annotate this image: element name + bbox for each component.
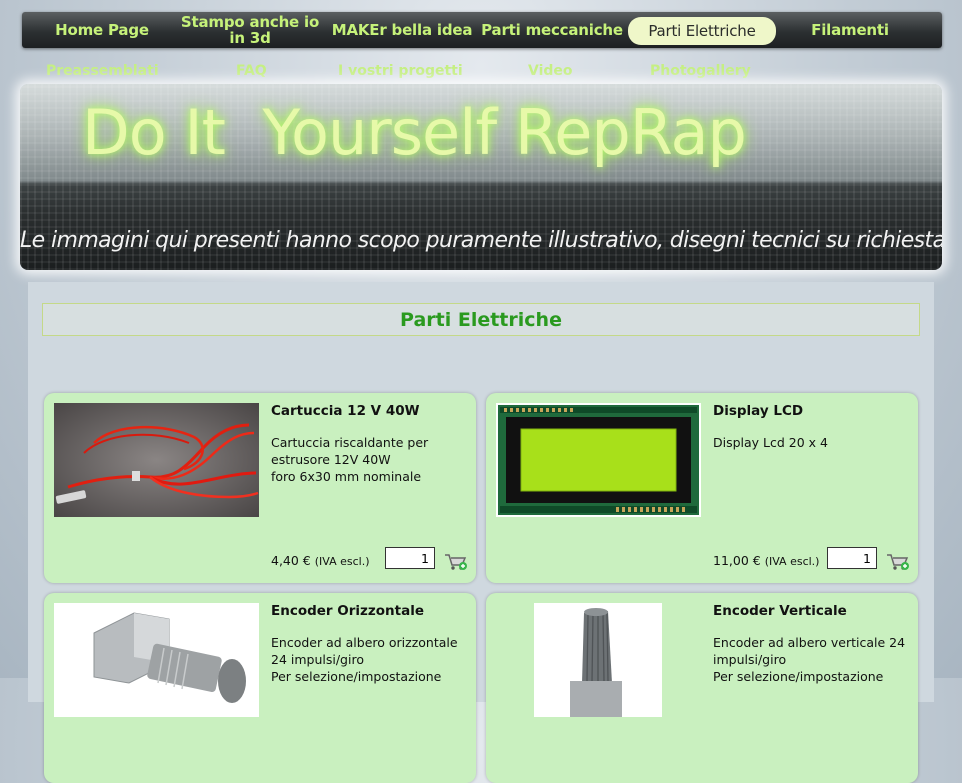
banner-subtitle: Le immagini qui presenti hanno scopo pur… — [20, 228, 942, 253]
price-value: 11,00 € — [713, 553, 761, 568]
product-name[interactable]: Cartuccia 12 V 40W — [271, 403, 420, 419]
quantity-input[interactable] — [385, 547, 435, 569]
tax-note: (IVA escl.) — [764, 555, 820, 568]
product-description: Cartuccia riscaldante per estrusore 12V … — [271, 435, 429, 484]
nav-preassemblati[interactable]: Preassemblati — [46, 58, 159, 80]
nav-faq[interactable]: FAQ — [236, 58, 267, 80]
product-card: Cartuccia 12 V 40W Cartuccia riscaldante… — [44, 393, 476, 583]
banner-title: Do It Yourself RepRap — [82, 96, 747, 169]
page-title: Parti Elettriche — [42, 303, 920, 336]
nav-parti-meccaniche[interactable]: Parti meccaniche — [480, 12, 624, 48]
product-card: Encoder Verticale Encoder ad albero vert… — [486, 593, 918, 783]
nav-filamenti[interactable]: Filamenti — [782, 12, 918, 48]
nav-home-page[interactable]: Home Page — [32, 12, 172, 48]
lcd-display-image[interactable] — [496, 403, 701, 517]
nav-vostri-progetti[interactable]: I vostri progetti — [338, 58, 463, 80]
product-name[interactable]: Encoder Verticale — [713, 603, 847, 619]
product-card: Display LCD Display Lcd 20 x 4 11,00 € (… — [486, 393, 918, 583]
add-to-cart-icon[interactable] — [886, 553, 910, 571]
product-name[interactable]: Encoder Orizzontale — [271, 603, 424, 619]
quantity-input[interactable] — [827, 547, 877, 569]
horizontal-encoder-image[interactable] — [54, 603, 259, 717]
nav-photogallery[interactable]: Photogallery — [650, 58, 751, 80]
product-description: Encoder ad albero verticale 24 impulsi/g… — [713, 635, 906, 684]
product-description: Encoder ad albero orizzontale 24 impulsi… — [271, 635, 458, 684]
product-name[interactable]: Display LCD — [713, 403, 803, 419]
main-content: Parti Elettriche Cartuccia 12 V 40W Cart… — [28, 282, 934, 783]
vertical-encoder-image[interactable] — [496, 603, 701, 717]
nav-video[interactable]: Video — [528, 58, 573, 80]
tax-note: (IVA escl.) — [314, 555, 370, 568]
price-value: 4,40 € — [271, 553, 311, 568]
product-description: Display Lcd 20 x 4 — [713, 435, 828, 450]
product-price: 11,00 € (IVA escl.) — [713, 553, 819, 568]
add-to-cart-icon[interactable] — [444, 553, 468, 571]
heater-cartridge-image[interactable] — [54, 403, 259, 517]
nav-maker-bella-idea[interactable]: MAKEr bella idea — [328, 12, 476, 48]
product-price: 4,40 € (IVA escl.) — [271, 553, 370, 568]
secondary-nav: Preassemblati FAQ I vostri progetti Vide… — [22, 58, 942, 80]
nav-stampo-anche-io[interactable]: Stampo anche io in 3d — [180, 12, 320, 48]
nav-parti-elettriche[interactable]: Parti Elettriche — [628, 17, 776, 45]
header-banner: Do It Yourself RepRap Le immagini qui pr… — [20, 84, 942, 270]
main-nav: Home Page Stampo anche io in 3d MAKEr be… — [22, 12, 942, 48]
product-card: Encoder Orizzontale Encoder ad albero or… — [44, 593, 476, 783]
